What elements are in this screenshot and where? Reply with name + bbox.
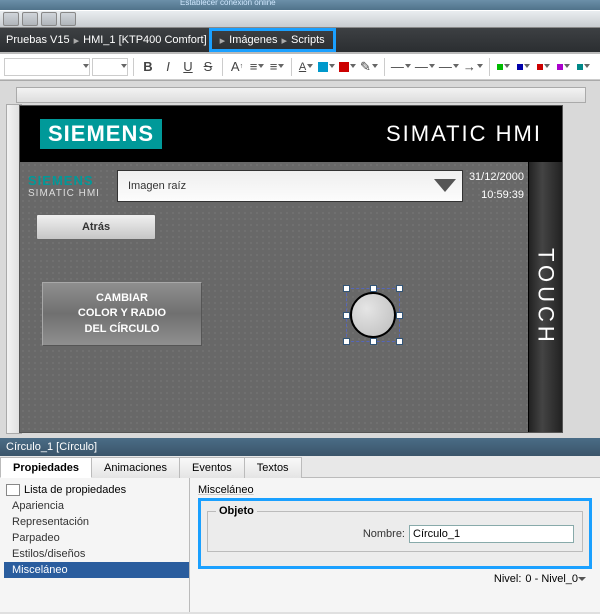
prop-item-representacion[interactable]: Representación [4, 514, 189, 530]
clock: 31/12/2000 10:59:39 [466, 171, 526, 201]
color-2-button[interactable] [515, 58, 533, 76]
touch-label: TOUCH [533, 248, 559, 346]
siemens-logo: SIEMENS [40, 119, 162, 149]
hmi-header: SIEMENS SIMATIC HMI [20, 106, 562, 162]
toolbar-button[interactable] [41, 12, 57, 26]
siemens-small: SIEMENS SIMATIC HMI [24, 173, 114, 199]
color-1-button[interactable] [495, 58, 513, 76]
underline-button[interactable]: U [179, 58, 197, 76]
color-5-button[interactable] [575, 58, 593, 76]
resize-handle[interactable] [343, 285, 350, 292]
toolbar-button[interactable] [22, 12, 38, 26]
app-titlebar: Establecer conexión online [0, 0, 600, 10]
hmi-body: SIEMENS SIMATIC HMI Imagen raíz 31/12/20… [20, 162, 562, 432]
prop-item-misc[interactable]: Misceláneo [4, 562, 189, 578]
hmi-screen[interactable]: SIEMENS SIMATIC HMI SIEMENS SIMATIC HMI … [19, 105, 563, 433]
name-label: Nombre: [363, 528, 405, 540]
object-group-highlight: Objeto Nombre: [198, 498, 592, 569]
resize-handle[interactable] [370, 285, 377, 292]
chevron-right-icon: ▸ [220, 34, 226, 47]
quick-toolbar [0, 10, 600, 28]
resize-handle[interactable] [396, 285, 403, 292]
font-size-select[interactable] [92, 58, 128, 76]
font-family-select[interactable] [4, 58, 90, 76]
simatic-small-label: SIMATIC HMI [28, 188, 114, 199]
level-select[interactable]: 0 - Nivel_0 [525, 573, 586, 585]
change-circle-button[interactable]: CAMBIAR COLOR Y RADIO DEL CÍRCULO [42, 282, 202, 346]
tab-texts[interactable]: Textos [244, 457, 302, 478]
resize-handle[interactable] [343, 338, 350, 345]
inspector-body: Lista de propiedades Apariencia Represen… [0, 478, 600, 612]
name-input[interactable] [409, 525, 574, 543]
touch-panel: TOUCH [528, 162, 562, 432]
resize-handle[interactable] [343, 312, 350, 319]
line-color-button[interactable] [338, 58, 357, 76]
level-label: Nivel: [494, 573, 522, 585]
breadcrumb-highlight: ▸ Imágenes ▸ Scripts [209, 28, 336, 52]
tab-events[interactable]: Eventos [179, 457, 245, 478]
superscript-button[interactable]: A↑ [228, 58, 246, 76]
line-width-button[interactable]: — [390, 58, 412, 76]
breadcrumb-item[interactable]: Pruebas V15 [6, 34, 70, 46]
ruler-horizontal [16, 87, 586, 103]
color-3-button[interactable] [535, 58, 553, 76]
object-group: Objeto Nombre: [207, 505, 583, 552]
bold-button[interactable]: B [139, 58, 157, 76]
align-left-button[interactable]: ≡ [248, 58, 266, 76]
prop-item-estilos[interactable]: Estilos/diseños [4, 546, 189, 562]
color-4-button[interactable] [555, 58, 573, 76]
level-value: 0 - Nivel_0 [525, 573, 578, 585]
breadcrumb-item[interactable]: Scripts [291, 34, 325, 46]
root-image-dropdown[interactable]: Imagen raíz [117, 170, 463, 202]
chevron-down-icon [436, 181, 454, 192]
resize-handle[interactable] [396, 338, 403, 345]
align-vert-button[interactable]: ≡ [268, 58, 286, 76]
arrow-button[interactable]: → [462, 58, 484, 76]
canvas-area: SIEMENS SIMATIC HMI SIEMENS SIMATIC HMI … [0, 80, 600, 438]
font-color-button[interactable]: A [297, 58, 315, 76]
format-toolbar: B I U S A↑ ≡ ≡ A ✎ — — — → [0, 52, 600, 80]
breadcrumb-item[interactable]: HMI_1 [KTP400 Comfort] [83, 34, 207, 46]
object-group-label: Objeto [216, 505, 257, 517]
simatic-hmi-label: SIMATIC HMI [386, 121, 542, 147]
resize-handle[interactable] [370, 338, 377, 345]
panel-section-title: Misceláneo [198, 484, 592, 496]
breadcrumb-item[interactable]: Imágenes [229, 34, 277, 46]
date-label: 31/12/2000 [466, 171, 524, 183]
line-style-button[interactable]: — [414, 58, 436, 76]
prop-item-apariencia[interactable]: Apariencia [4, 498, 189, 514]
pen-button[interactable]: ✎ [359, 58, 379, 76]
property-panel: Misceláneo Objeto Nombre: Nivel: 0 - Niv… [190, 478, 600, 612]
selection-box [346, 288, 400, 342]
breadcrumb: Pruebas V15 ▸ HMI_1 [KTP400 Comfort] ▸ I… [0, 28, 600, 52]
strike-button[interactable]: S [199, 58, 217, 76]
toolbar-button[interactable] [60, 12, 76, 26]
tab-animations[interactable]: Animaciones [91, 457, 180, 478]
property-list-header: Lista de propiedades [4, 482, 189, 498]
time-label: 10:59:39 [466, 189, 524, 201]
property-list-title: Lista de propiedades [24, 484, 126, 496]
back-button[interactable]: Atrás [36, 214, 156, 240]
inspector-tabs: Propiedades Animaciones Eventos Textos [0, 456, 600, 478]
list-icon [6, 484, 20, 496]
toolbar-button[interactable] [3, 12, 19, 26]
fill-color-button[interactable] [317, 58, 336, 76]
prop-item-parpadeo[interactable]: Parpadeo [4, 530, 189, 546]
tab-properties[interactable]: Propiedades [0, 457, 92, 478]
circle-object[interactable] [350, 292, 396, 338]
hmi-title-row: SIEMENS SIMATIC HMI Imagen raíz 31/12/20… [24, 166, 526, 206]
resize-handle[interactable] [396, 312, 403, 319]
siemens-small-label: SIEMENS [28, 173, 114, 188]
line-end-button[interactable]: — [438, 58, 460, 76]
chevron-right-icon: ▸ [281, 34, 287, 47]
root-image-label: Imagen raíz [128, 180, 186, 192]
chevron-right-icon: ▸ [74, 34, 80, 47]
inspector-title: Círculo_1 [Círculo] [0, 438, 600, 456]
chevron-down-icon [578, 577, 586, 581]
property-list: Lista de propiedades Apariencia Represen… [0, 478, 190, 612]
italic-button[interactable]: I [159, 58, 177, 76]
change-circle-label: CAMBIAR COLOR Y RADIO DEL CÍRCULO [78, 291, 166, 337]
